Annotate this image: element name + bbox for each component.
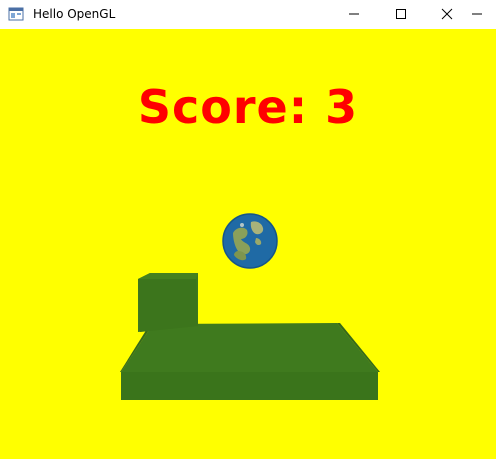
close-icon (441, 5, 453, 24)
small-box (138, 273, 198, 332)
window-title: Hello OpenGL (33, 7, 116, 21)
extra-minimize-button[interactable] (462, 0, 492, 28)
title-bar[interactable]: Hello OpenGL (0, 0, 496, 28)
maximize-button[interactable] (378, 0, 424, 28)
app-icon (8, 6, 24, 22)
maximize-icon (395, 5, 407, 24)
ground-platform (120, 323, 380, 400)
earth-ball-icon (222, 213, 278, 269)
minimize-icon (348, 5, 360, 24)
minimize-button[interactable] (331, 0, 377, 28)
opengl-viewport[interactable]: Score: 3 (0, 29, 496, 459)
score-label: Score: 3 (137, 80, 359, 134)
app-window: Hello OpenGL Score: 3 (0, 0, 496, 459)
minimize-icon (471, 5, 483, 24)
